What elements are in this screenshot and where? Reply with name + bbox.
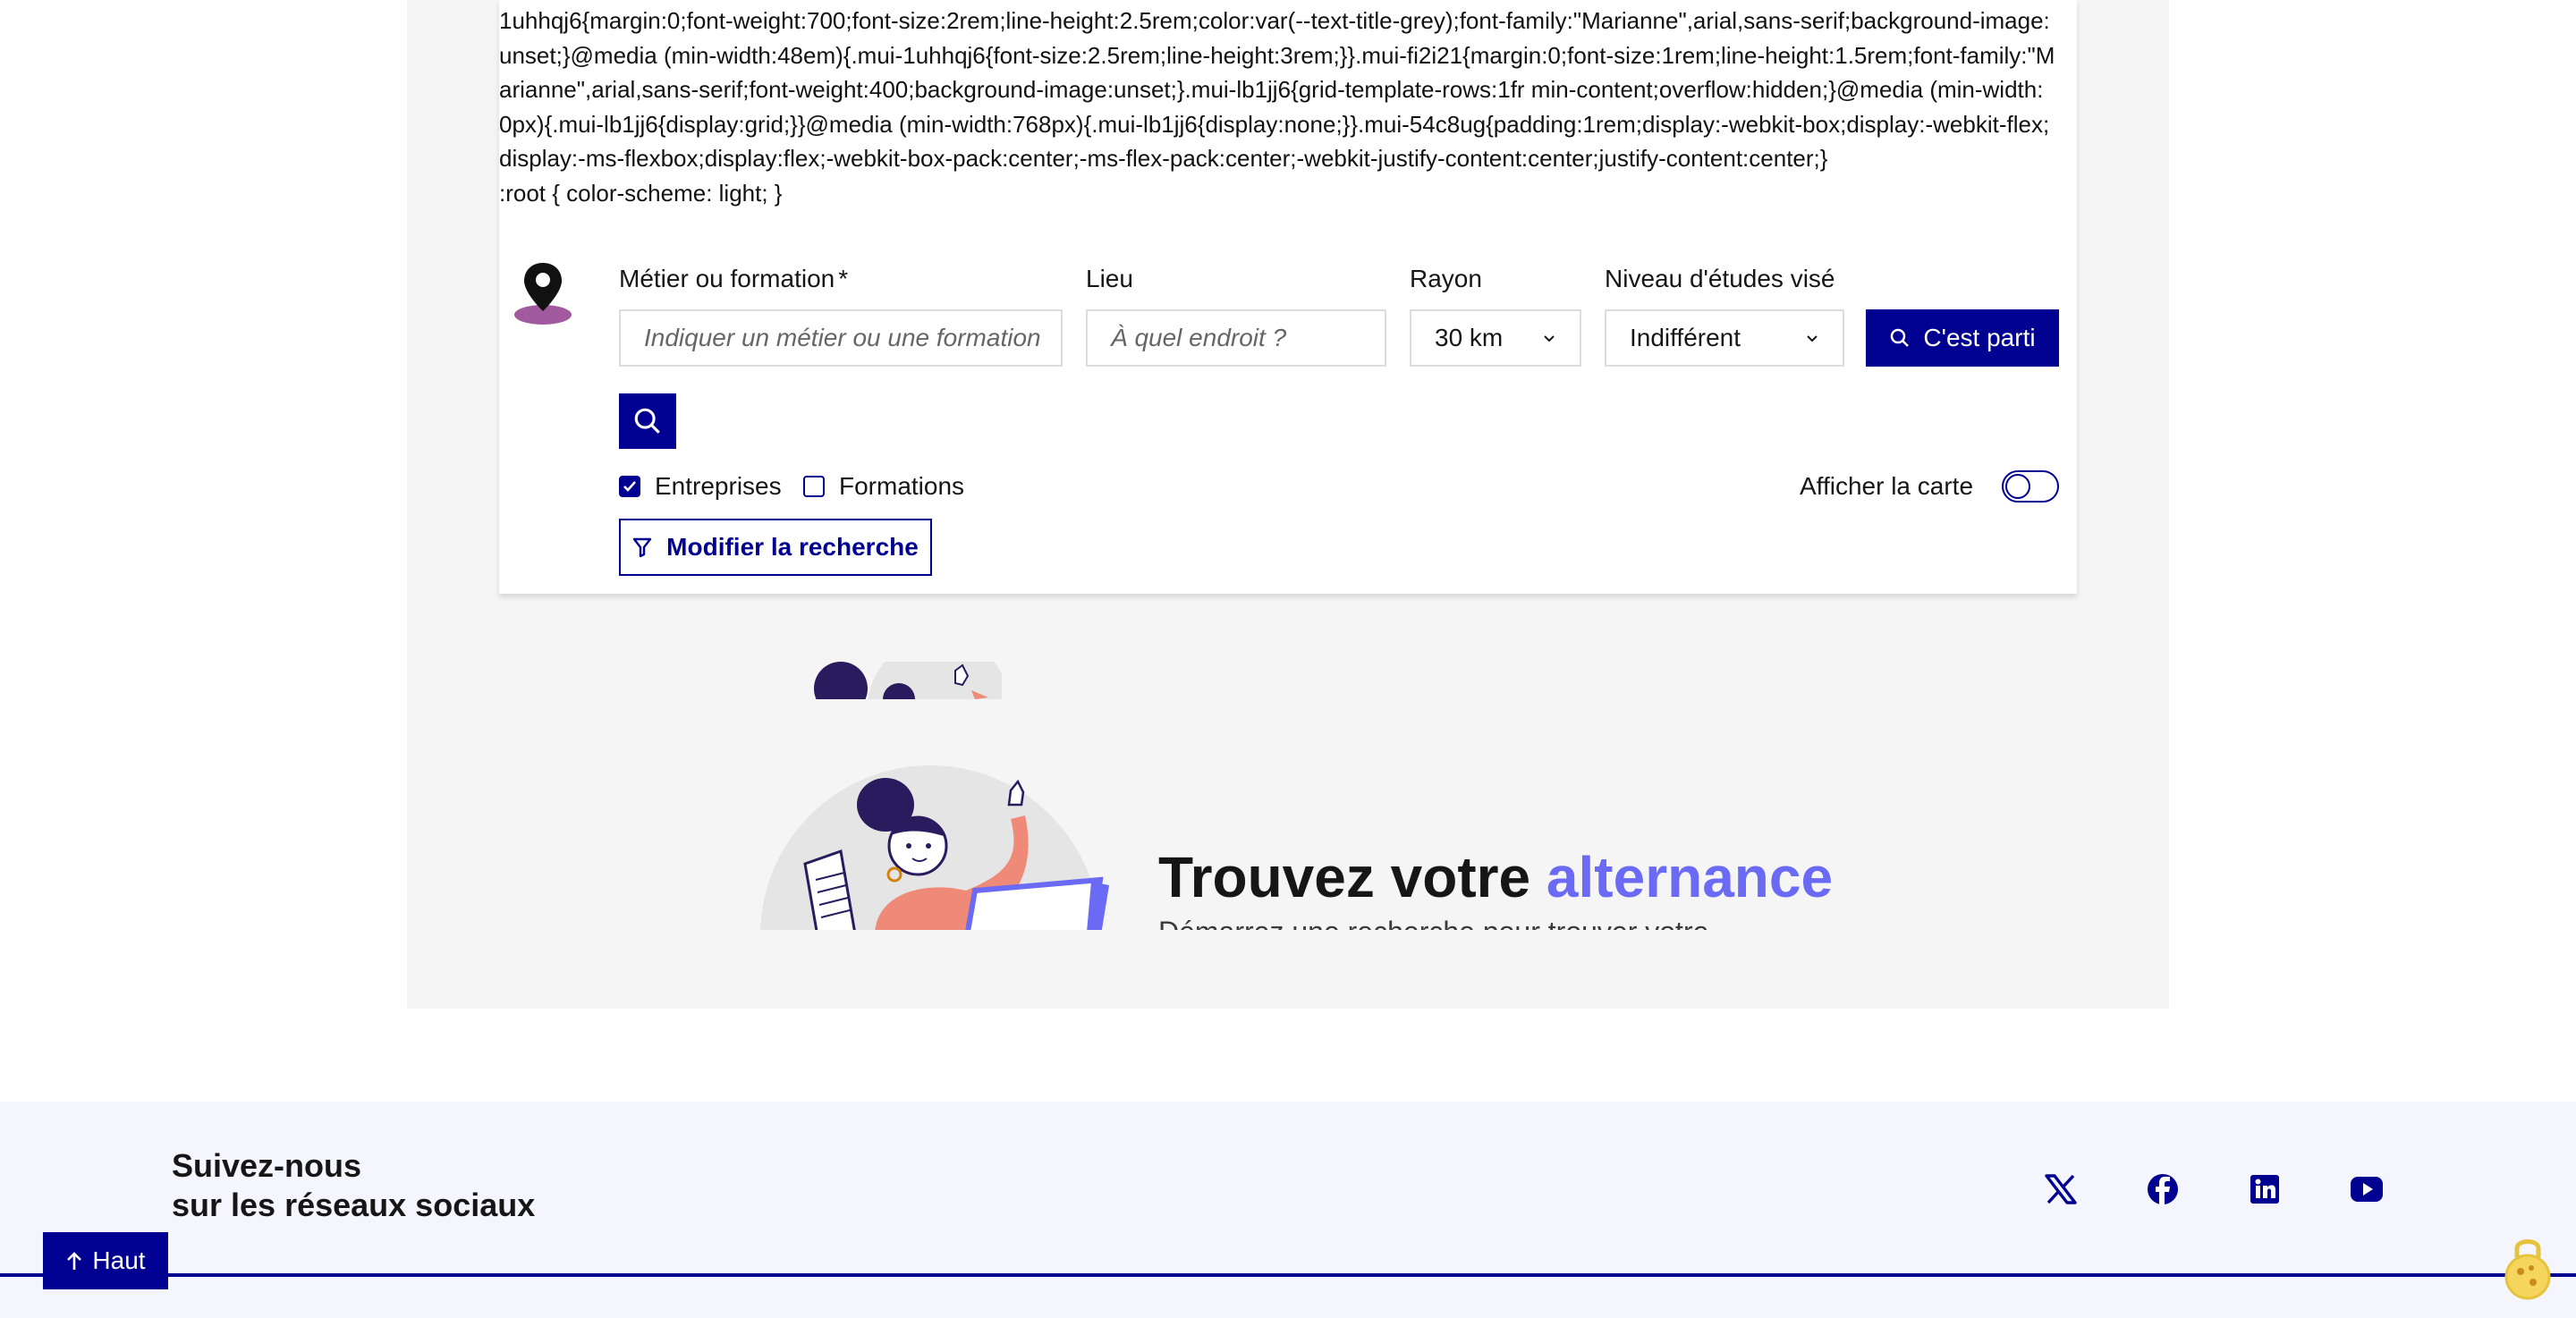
hero-title-accent: alternance bbox=[1546, 845, 1834, 909]
modify-search-label: Modifier la recherche bbox=[666, 533, 919, 561]
niveau-select[interactable]: Indifférent bbox=[1605, 309, 1844, 367]
entreprises-label: Entreprises bbox=[655, 472, 782, 500]
rayon-select[interactable]: 30 km bbox=[1410, 309, 1581, 367]
cookie-consent-icon[interactable] bbox=[2503, 1230, 2553, 1302]
lieu-label: Lieu bbox=[1086, 265, 1133, 292]
hero-title-text: Trouvez votre bbox=[1158, 845, 1546, 909]
lieu-input[interactable]: À quel endroit ? bbox=[1086, 309, 1386, 367]
modify-search-button[interactable]: Modifier la recherche bbox=[619, 519, 932, 576]
formations-label: Formations bbox=[839, 472, 965, 500]
hero-section: Trouvez votre alternance Démarrez une re… bbox=[733, 751, 1896, 930]
metier-placeholder: Indiquer un métier ou une formation bbox=[644, 324, 1041, 351]
checkbox-unchecked-icon bbox=[803, 476, 825, 497]
search-submit-button[interactable]: C'est parti bbox=[1866, 309, 2059, 367]
search-submit-label: C'est parti bbox=[1923, 324, 2036, 351]
entreprises-checkbox[interactable]: Entreprises bbox=[619, 472, 782, 501]
person-illustration bbox=[760, 765, 1109, 930]
filter-icon bbox=[632, 537, 652, 558]
youtube-icon[interactable] bbox=[2349, 1171, 2385, 1207]
back-to-top-button[interactable]: Haut bbox=[43, 1232, 168, 1289]
x-icon[interactable] bbox=[2043, 1171, 2079, 1207]
mobile-search-button[interactable] bbox=[619, 393, 676, 449]
leaked-css-text: 1uhhqj6{margin:0;font-weight:700;font-si… bbox=[499, 7, 2055, 207]
rayon-value: 30 km bbox=[1435, 324, 1504, 351]
illustration-fragment bbox=[805, 662, 1002, 699]
map-toggle[interactable] bbox=[2002, 470, 2059, 503]
arrow-up-icon bbox=[67, 1252, 82, 1270]
niveau-value: Indifférent bbox=[1630, 324, 1741, 351]
search-icon bbox=[1891, 328, 1910, 347]
hero-title: Trouvez votre alternance bbox=[1158, 844, 1833, 910]
follow-us-heading: Suivez-nous sur les réseaux sociaux bbox=[172, 1146, 535, 1225]
chevron-down-icon bbox=[1544, 335, 1555, 342]
formations-checkbox[interactable]: Formations bbox=[803, 472, 964, 501]
facebook-icon[interactable] bbox=[2145, 1171, 2181, 1207]
metier-input[interactable]: Indiquer un métier ou une formation bbox=[619, 309, 1063, 367]
map-pin-icon bbox=[514, 263, 572, 325]
checkbox-checked-icon bbox=[619, 476, 640, 497]
metier-label: Métier ou formation * bbox=[619, 265, 849, 292]
search-icon bbox=[634, 408, 660, 434]
footer-divider bbox=[0, 1273, 2576, 1277]
rayon-label: Rayon bbox=[1410, 265, 1482, 292]
back-to-top-label: Haut bbox=[92, 1246, 146, 1274]
toggle-knob bbox=[2005, 474, 2030, 499]
chevron-down-icon bbox=[1807, 335, 1818, 342]
lieu-placeholder: À quel endroit ? bbox=[1111, 324, 1287, 351]
linkedin-icon[interactable] bbox=[2247, 1171, 2283, 1207]
map-toggle-label: Afficher la carte bbox=[1800, 472, 1974, 500]
follow-line-1: Suivez-nous bbox=[172, 1147, 362, 1184]
niveau-label: Niveau d'études visé bbox=[1605, 265, 1835, 292]
hero-subtitle: Démarrez une recherche pour trouver votr… bbox=[1158, 916, 1708, 930]
follow-line-2: sur les réseaux sociaux bbox=[172, 1187, 536, 1223]
